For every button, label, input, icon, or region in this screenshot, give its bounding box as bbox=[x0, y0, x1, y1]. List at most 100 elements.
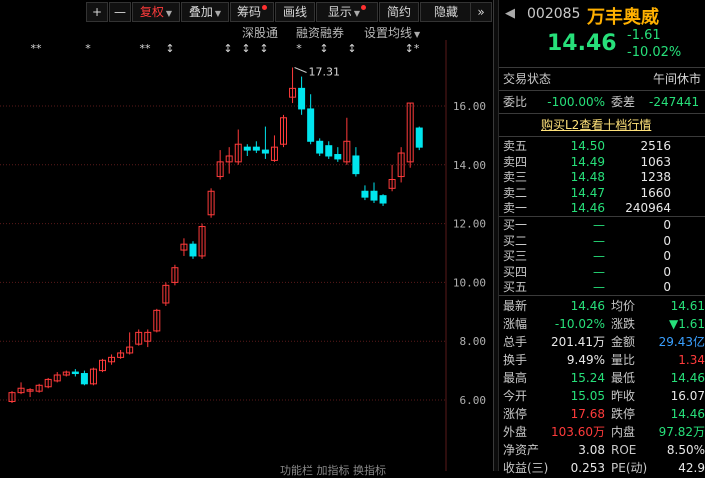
divider bbox=[499, 295, 705, 296]
buy-order-row[interactable]: 买三 — 0 bbox=[499, 248, 705, 264]
quote-label: ROE bbox=[611, 443, 637, 457]
y-tick-label: 8.00 bbox=[460, 335, 487, 348]
sell-order-label: 卖二 bbox=[503, 185, 528, 200]
stock-change-pct: -10.02% bbox=[627, 45, 682, 60]
quote-row: 外盘 103.60万 内盘 97.82万 bbox=[499, 423, 705, 441]
chips-button[interactable]: 筹码 bbox=[230, 2, 274, 22]
sell-order-volume: 1063 bbox=[640, 154, 671, 169]
quote-value: 29.43亿 bbox=[658, 335, 705, 349]
quote-value: 8.50% bbox=[666, 443, 705, 457]
y-tick-label: 14.00 bbox=[453, 159, 486, 172]
buy-order-row[interactable]: 买五 — 0 bbox=[499, 279, 705, 295]
fuquan-label: 复权 bbox=[139, 5, 164, 19]
candle-down bbox=[316, 140, 324, 154]
candle-down bbox=[325, 145, 333, 157]
display-button[interactable]: 显示 ▼ bbox=[316, 2, 378, 22]
quote-row: 收益(三) 0.253 PE(动) 42.9 bbox=[499, 459, 705, 477]
more-icon[interactable]: » bbox=[470, 2, 492, 22]
sell-order-row[interactable]: 卖四 14.49 1063 bbox=[499, 154, 705, 170]
sell-order-price: 14.50 bbox=[570, 139, 605, 153]
quote-row: 换手 9.49% 量比 1.34 bbox=[499, 351, 705, 369]
sell-order-row[interactable]: 卖三 14.48 1238 bbox=[499, 169, 705, 185]
buy-order-price: — bbox=[593, 233, 605, 248]
stock-code: 002085 bbox=[527, 6, 581, 22]
overlay-button[interactable]: 叠加 ▼ bbox=[181, 2, 229, 22]
candle-down bbox=[80, 373, 88, 385]
quote-value: 3.08 bbox=[578, 443, 605, 457]
buy-order-price: — bbox=[593, 280, 605, 295]
quote-label: 跌停 bbox=[611, 407, 636, 421]
quote-label: 总手 bbox=[503, 335, 528, 349]
quote-value: 9.49% bbox=[566, 353, 605, 367]
buy-order-volume: 0 bbox=[663, 280, 671, 295]
simple-button[interactable]: 简约 bbox=[379, 2, 419, 22]
divider bbox=[499, 136, 705, 137]
trade-status-row: 交易状态 午间休市 bbox=[499, 70, 705, 88]
chevron-down-icon: ▼ bbox=[353, 9, 361, 18]
quote-value: -10.02% bbox=[554, 317, 605, 331]
candlestick-chart[interactable]: 16.0014.0012.0010.008.006.0017.31** * ** ↕ ↕… bbox=[0, 40, 493, 471]
zoom-in-button[interactable]: + bbox=[86, 2, 108, 22]
stock-name: 万丰奥威 bbox=[587, 7, 659, 28]
l2-purchase-link[interactable]: 购买L2查看十档行情 bbox=[541, 116, 651, 134]
draw-line-button[interactable]: 画线 bbox=[275, 2, 315, 22]
chevron-down-icon: ▼ bbox=[165, 9, 173, 18]
candle-down bbox=[334, 154, 342, 160]
hide-label: 隐藏 bbox=[433, 5, 458, 19]
candle-down bbox=[352, 155, 360, 175]
sell-order-row[interactable]: 卖一 14.46 240964 bbox=[499, 200, 705, 216]
overlay-label: 叠加 bbox=[188, 5, 213, 19]
hide-button[interactable]: 隐藏 bbox=[420, 2, 472, 22]
prev-stock-icon[interactable]: ◀ bbox=[505, 6, 517, 22]
buy-order-row[interactable]: 买二 — 0 bbox=[499, 233, 705, 249]
quote-label: 金额 bbox=[611, 335, 636, 349]
quote-value: 0.253 bbox=[570, 461, 605, 475]
trade-status-label: 交易状态 bbox=[503, 72, 552, 86]
quote-value: 14.61 bbox=[670, 299, 705, 313]
event-mark: ↕ bbox=[319, 42, 328, 55]
quote-label: 最新 bbox=[503, 299, 528, 313]
quote-label: 涨幅 bbox=[503, 317, 528, 331]
sell-order-volume: 2516 bbox=[640, 139, 671, 153]
event-mark: ** bbox=[140, 42, 152, 55]
ma-settings-label: 设置均线 bbox=[364, 26, 413, 40]
buy-order-row[interactable]: 买一 — 0 bbox=[499, 217, 705, 233]
weicha-label: 委差 bbox=[611, 95, 636, 109]
buy-order-row[interactable]: 买四 — 0 bbox=[499, 264, 705, 280]
y-tick-label: 10.00 bbox=[453, 276, 486, 289]
candle-down bbox=[307, 108, 315, 142]
sell-order-price: 14.49 bbox=[570, 154, 605, 169]
quote-value: 42.9 bbox=[678, 461, 705, 475]
zoom-out-button[interactable]: — bbox=[109, 2, 131, 22]
sell-order-row[interactable]: 卖二 14.47 1660 bbox=[499, 185, 705, 201]
event-mark: ↕ bbox=[347, 42, 356, 55]
candle-down bbox=[415, 127, 423, 148]
quote-panel: ◀ 002085 万丰奥威 14.46 -1.61 -10.02% 交易状态 午… bbox=[499, 0, 705, 475]
buy-order-volume: 0 bbox=[663, 218, 671, 232]
chevron-down-icon: ▼ bbox=[214, 9, 222, 18]
quote-value: 14.46 bbox=[670, 407, 705, 421]
quote-row: 最高 15.24 最低 14.46 bbox=[499, 369, 705, 387]
fuquan-button[interactable]: 复权 ▼ bbox=[132, 2, 180, 22]
quote-label: 内盘 bbox=[611, 425, 636, 439]
sell-order-price: 14.47 bbox=[570, 185, 605, 200]
weibi-value: -100.00% bbox=[547, 95, 605, 109]
sell-order-volume: 240964 bbox=[625, 201, 671, 216]
event-mark: ** bbox=[31, 42, 43, 55]
candle-down bbox=[379, 195, 387, 204]
candle-down bbox=[243, 146, 251, 151]
buy-order-label: 买一 bbox=[503, 218, 528, 232]
quote-label: 最低 bbox=[611, 371, 636, 385]
sell-order-price: 14.48 bbox=[570, 170, 605, 185]
sell-order-row[interactable]: 卖五 14.50 2516 bbox=[499, 138, 705, 154]
candle-down bbox=[261, 149, 269, 154]
candle-down bbox=[252, 146, 260, 151]
high-marker-label: 17.31 bbox=[309, 65, 341, 78]
quote-label: 量比 bbox=[611, 353, 636, 367]
display-label: 显示 bbox=[327, 5, 352, 19]
chevron-down-icon: ▼ bbox=[414, 30, 421, 39]
candle-down bbox=[370, 190, 378, 201]
event-mark: ↕ bbox=[241, 42, 250, 55]
quote-value: 1.34 bbox=[678, 353, 705, 367]
event-mark: * bbox=[296, 42, 302, 55]
